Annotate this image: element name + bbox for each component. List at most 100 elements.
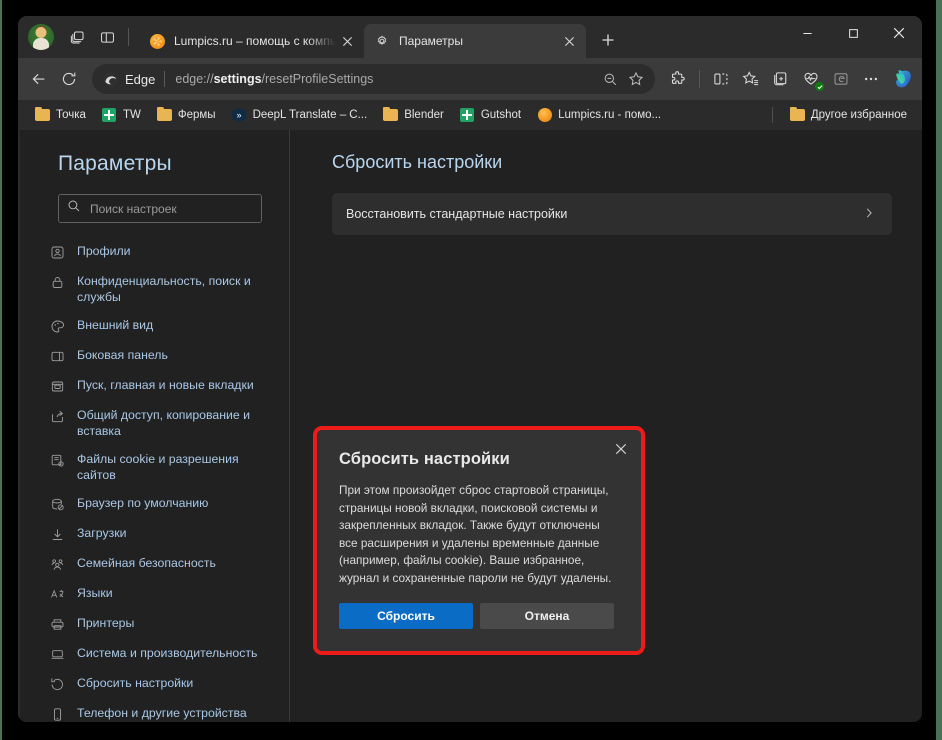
collections-icon[interactable] [766,64,796,94]
download-icon [48,525,66,543]
favorite-star-icon[interactable] [623,66,649,92]
sidebar-item-label: Браузер по умолчанию [77,496,209,510]
sidebar-item-label: Боковая панель [77,348,168,362]
sidebar-item-profiles[interactable]: Профили [36,237,280,267]
bookmark-item[interactable]: Gutshot [453,105,528,126]
bookmark-label: Точка [56,109,86,121]
dialog-title: Сбросить настройки [339,450,510,468]
ie-mode-icon[interactable] [826,64,856,94]
sidebar-item-privacy[interactable]: Конфиденциальность, поиск и службы [36,267,280,311]
reset-cancel-button[interactable]: Отмена [480,603,614,629]
close-icon[interactable] [609,437,633,461]
default-browser-icon [48,495,66,513]
sidebar-item-label: Файлы cookie и разрешения сайтов [77,452,239,482]
bookmarks-bar: Точка TW Фермы DeepL Translate – С... Bl… [18,100,922,130]
sidebar-item-system[interactable]: Система и производительность [36,639,280,669]
sheets-icon [102,108,117,123]
avatar[interactable] [28,24,54,50]
reset-settings-dialog: Сбросить настройки При этом произойдет с… [317,430,641,651]
folder-icon [383,106,399,123]
url-prefix: edge:// [175,72,214,86]
printer-icon [48,615,66,633]
extensions-icon[interactable] [663,64,693,94]
bookmark-label: Blender [404,109,444,121]
sidepanel-icon [48,347,66,365]
bookmark-item[interactable]: Lumpics.ru - помо... [530,105,668,126]
sidebar-item-label: Внешний вид [77,318,154,332]
address-bar[interactable]: Edge edge://settings/resetProfileSetting… [92,64,655,94]
bookmark-item[interactable]: DeepL Translate – С... [225,105,375,126]
more-options-icon[interactable] [856,64,886,94]
sidebar-item-label: Сбросить настройки [77,676,194,690]
lock-icon [48,273,66,291]
folder-icon [35,106,50,123]
settings-search-box[interactable] [58,194,262,223]
tab-list: Lumpics.ru – помощь с компьюте Параметры [139,16,623,58]
gear-icon [374,33,390,49]
sidebar-item-sidepanel[interactable]: Боковая панель [36,341,280,371]
sidebar-item-label: Телефон и другие устройства [77,706,247,720]
sidebar-item-reset-settings[interactable]: Сбросить настройки [36,669,280,699]
sidebar-item-phone[interactable]: Телефон и другие устройства [36,699,280,722]
bookmark-label: Фермы [177,109,216,121]
sidebar-item-label: Языки [77,586,113,600]
orange-icon [537,108,552,123]
restore-defaults-row[interactable]: Восстановить стандартные настройки [332,193,892,235]
back-icon[interactable] [24,64,54,94]
settings-search-wrap [20,194,290,223]
copilot-icon[interactable] [890,67,914,91]
split-screen-icon[interactable] [92,22,122,52]
new-tab-icon[interactable] [593,25,623,55]
url-suffix: /resetProfileSettings [261,72,374,86]
sidebar-item-label: Загрузки [77,526,127,540]
sidebar-item-label: Пуск, главная и новые вкладки [77,378,254,392]
reset-confirm-button[interactable]: Сбросить [339,603,473,629]
toolbar-divider [699,70,700,88]
brand-label: Edge [125,71,156,87]
sidebar-item-label: Общий доступ, копирование и вставка [77,408,251,438]
avatar-body [33,38,49,50]
search-input[interactable] [90,201,253,216]
restore-defaults-label: Восстановить стандартные настройки [346,207,568,221]
sidebar-item-cookies[interactable]: Файлы cookie и разрешения сайтов [36,445,280,489]
tabstrip-divider [128,28,129,46]
essentials-status-badge [815,82,824,91]
tab-search-icon[interactable] [62,22,92,52]
maximize-button[interactable] [830,16,876,50]
dialog-actions: Сбросить Отмена [339,603,619,629]
bookmark-item[interactable]: Фермы [150,105,223,126]
tab-close-icon[interactable] [336,30,358,52]
tab-close-icon[interactable] [558,30,580,52]
favorites-list-icon[interactable] [736,64,766,94]
tab-settings[interactable]: Параметры [364,24,586,58]
sidebar-item-appearance[interactable]: Внешний вид [36,311,280,341]
folder-icon [789,106,805,123]
other-favorites-folder[interactable]: Другое избранное [783,105,914,126]
sidebar-item-downloads[interactable]: Загрузки [36,519,280,549]
settings-sidebar: Параметры Поиск настроек Профили Конфиде… [20,130,290,722]
desktop-edge-left [0,0,2,740]
bookmark-item[interactable]: TW [95,105,148,126]
sidebar-item-startup[interactable]: Пуск, главная и новые вкладки [36,371,280,401]
content-title: Сбросить настройки [332,152,503,172]
bookmark-label: Gutshot [480,109,522,121]
edge-icon [102,71,119,88]
sidebar-item-share[interactable]: Общий доступ, копирование и вставка [36,401,280,445]
share-icon [48,407,66,425]
bookmark-item[interactable]: Точка [28,105,93,126]
split-screen-icon[interactable] [706,64,736,94]
browser-toolbar: Edge edge://settings/resetProfileSetting… [18,58,922,100]
tab-lumpics[interactable]: Lumpics.ru – помощь с компьюте [139,24,364,58]
close-button[interactable] [876,16,922,50]
minimize-button[interactable] [784,16,830,50]
deepl-icon [232,108,247,123]
refresh-icon[interactable] [54,64,84,94]
sidebar-item-default-browser[interactable]: Браузер по умолчанию [36,489,280,519]
zoom-icon[interactable] [597,66,623,92]
language-icon [48,585,66,603]
browser-essentials-icon[interactable] [796,64,826,94]
sidebar-item-printers[interactable]: Принтеры [36,609,280,639]
bookmark-item[interactable]: Blender [376,105,451,126]
sidebar-item-languages[interactable]: Языки [36,579,280,609]
sidebar-item-family[interactable]: Семейная безопасность [36,549,280,579]
